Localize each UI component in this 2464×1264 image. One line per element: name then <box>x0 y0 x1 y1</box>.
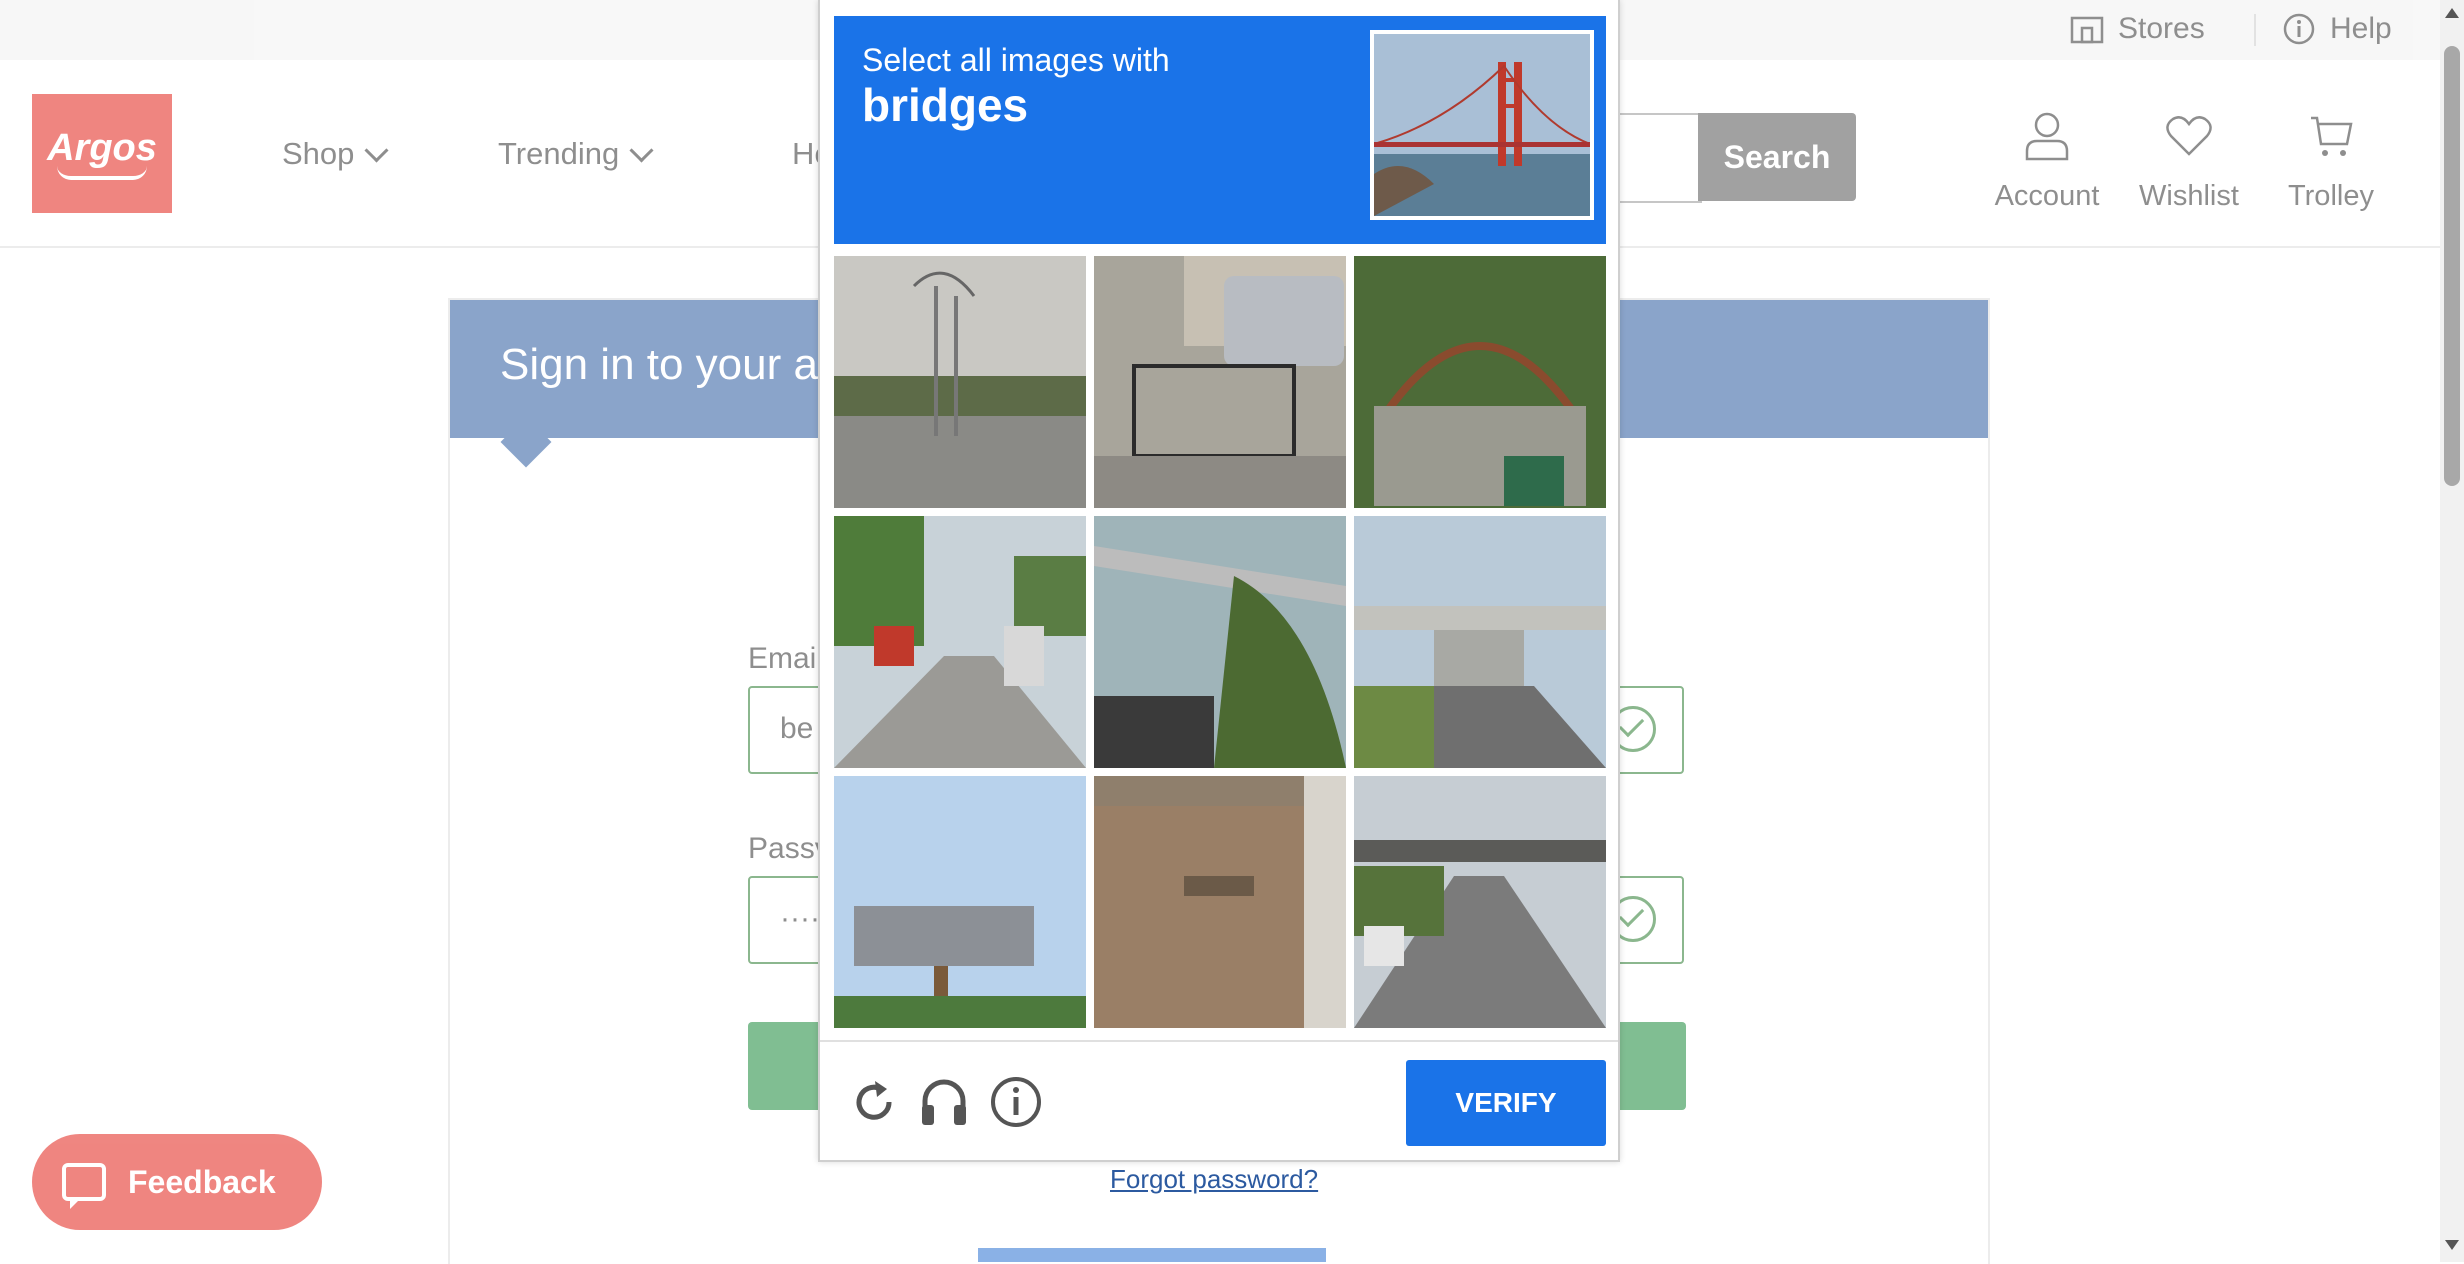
sample-bridge-image <box>1370 30 1594 220</box>
nav-trending[interactable]: Trending <box>498 136 654 172</box>
info-icon <box>2283 13 2315 45</box>
captcha-header: Select all images with bridges <box>834 16 1606 244</box>
logo-text: Argos <box>47 127 157 169</box>
verify-button[interactable]: VERIFY <box>1406 1060 1606 1146</box>
captcha-grid <box>834 256 1606 1028</box>
captcha-footer-divider <box>820 1040 1618 1042</box>
store-icon <box>2070 16 2104 44</box>
wishlist-link[interactable]: Wishlist <box>2124 106 2254 213</box>
trolley-icon <box>2311 116 2353 156</box>
captcha-tile-highway-bridge[interactable] <box>1354 776 1606 1028</box>
captcha-tile-concrete-wall[interactable] <box>1094 776 1346 1028</box>
captcha-tile-overpass-bridge[interactable] <box>1094 516 1346 768</box>
scroll-up-arrow-icon[interactable] <box>2445 8 2459 18</box>
nav-trending-label: Trending <box>498 136 620 171</box>
chat-bubble-icon <box>62 1163 106 1209</box>
captcha-tile-concrete-bridge[interactable] <box>1354 516 1606 768</box>
scroll-down-arrow-icon[interactable] <box>2445 1240 2459 1250</box>
scrollbar[interactable] <box>2440 0 2464 1262</box>
captcha-tile-billboard[interactable] <box>834 776 1086 1028</box>
stores-label: Stores <box>2118 12 2205 45</box>
help-link[interactable]: Help <box>2282 12 2392 46</box>
chevron-down-icon <box>364 137 389 163</box>
logo-swoosh <box>57 166 147 180</box>
captcha-instruction: Select all images with <box>862 42 1170 78</box>
feedback-label: Feedback <box>128 1163 276 1200</box>
nav-shop[interactable]: Shop <box>282 136 389 172</box>
captcha-tile-busy-street[interactable] <box>834 516 1086 768</box>
reload-icon[interactable] <box>842 1070 906 1134</box>
scrollbar-thumb[interactable] <box>2444 46 2460 486</box>
captcha-target: bridges <box>862 79 1029 131</box>
argos-logo[interactable]: Argos <box>32 94 172 213</box>
forgot-password-link[interactable]: Forgot password? <box>1110 1164 1318 1195</box>
captcha-challenge: Select all images with bridges VERIFY <box>818 0 1620 1162</box>
nav-shop-label: Shop <box>282 136 355 171</box>
captcha-tile-garden-gate[interactable] <box>1354 256 1606 508</box>
info-icon[interactable] <box>984 1070 1048 1134</box>
stores-link[interactable]: Stores <box>2070 12 2205 46</box>
chevron-down-icon <box>629 137 654 163</box>
secondary-button[interactable] <box>978 1248 1326 1262</box>
account-label: Account <box>1994 180 2100 212</box>
captcha-tile-street-lamps[interactable] <box>834 256 1086 508</box>
trolley-link[interactable]: Trolley <box>2266 106 2396 213</box>
user-icon <box>2025 112 2069 161</box>
trolley-label: Trolley <box>2288 180 2374 212</box>
divider <box>2254 14 2256 46</box>
wishlist-label: Wishlist <box>2139 180 2239 212</box>
help-label: Help <box>2330 12 2392 45</box>
captcha-tile-car-and-fence[interactable] <box>1094 256 1346 508</box>
heart-icon <box>2166 116 2212 156</box>
feedback-button[interactable]: Feedback <box>32 1134 322 1230</box>
email-label: Emai <box>748 642 817 675</box>
search-button[interactable]: Search <box>1698 113 1856 201</box>
headphones-icon[interactable] <box>912 1070 976 1134</box>
account-link[interactable]: Account <box>1982 106 2112 213</box>
email-value: be <box>780 712 814 745</box>
